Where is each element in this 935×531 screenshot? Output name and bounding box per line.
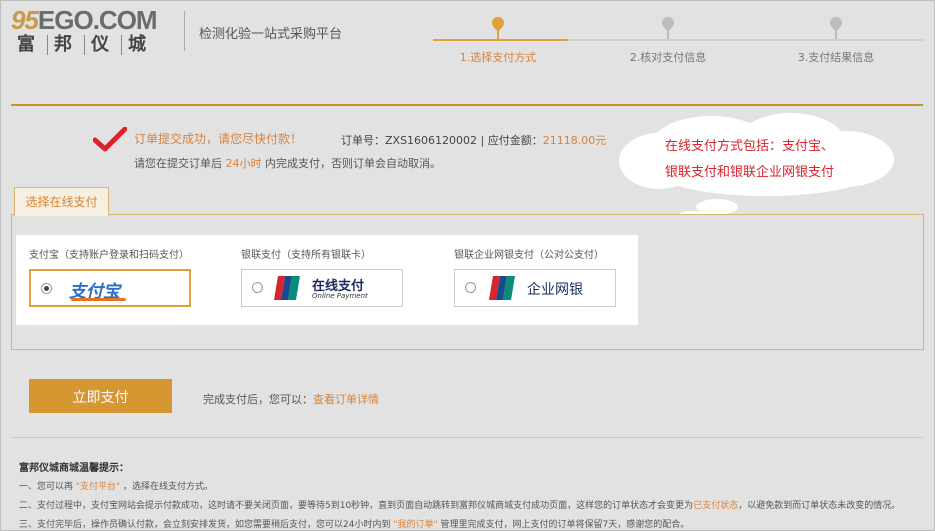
unionpay-logo-icon — [274, 276, 300, 300]
tip-text: 二、支付过程中，支付宝网站会提示付款成功，这时请不要关闭页面，要等待5到10秒钟… — [19, 501, 694, 511]
amount-due: 21118.00元 — [542, 134, 607, 147]
callout-text: 在线支付方式包括：支付宝、 银联支付和银联企业网银支付 — [665, 134, 865, 186]
tip-text: ，选择在线支付方式。 — [120, 482, 214, 492]
tab-online-payment[interactable]: 选择在线支付 — [14, 187, 109, 216]
note-deadline: 24小时 — [225, 157, 262, 170]
enterprise-bank-option[interactable]: 企业网银 — [454, 269, 616, 307]
step-label: 1.选择支付方式 — [459, 51, 537, 64]
tip-highlight: 已支付状态 — [693, 501, 739, 511]
tip-2: 二、支付过程中，支付宝网站会提示付款成功，这时请不要关闭页面，要等待5到10秒钟… — [19, 498, 900, 511]
logo-prefix: 95 — [11, 5, 39, 35]
header-separator — [184, 11, 185, 51]
radio-button[interactable] — [252, 282, 263, 293]
step-1: 1.选择支付方式 — [423, 17, 573, 65]
checkout-steps: 1.选择支付方式 2.核对支付信息 3.支付结果信息 — [433, 17, 923, 67]
alipay-logo: 支付宝 — [69, 277, 126, 302]
logo-char: 富 — [11, 35, 48, 55]
amount-label: | 应付金额： — [477, 134, 543, 147]
tip-text: 三、支付完毕后，操作员确认付款，会立刻安排发货，如您需要稍后支付，您可以24小时… — [19, 520, 394, 530]
radio-button[interactable] — [41, 283, 52, 294]
tips-divider — [11, 437, 923, 438]
tip-text: 管理里完成支付，网上支付的订单将保留7天，感谢您的配合。 — [437, 520, 690, 530]
tip-link[interactable]: "支付平台" — [76, 482, 120, 492]
logo-chinese: 富 邦 仪 城 — [11, 35, 171, 55]
step-label: 3.支付结果信息 — [797, 51, 875, 64]
unionpay-logo-icon — [489, 276, 515, 300]
order-label: 订单号： — [341, 134, 385, 147]
enterprise-bank-text: 企业网银 — [527, 282, 583, 298]
alipay-title: 支付宝（支持账户登录和扫码支付） — [29, 250, 189, 261]
tip-link[interactable]: "我的订单" — [393, 520, 437, 530]
online-payment-subtext: Online Payment — [312, 292, 368, 300]
location-pin-icon — [829, 17, 843, 39]
logo-char: 城 — [128, 34, 146, 55]
payment-deadline-note: 请您在提交订单后 24小时 内完成支付，否则订单会自动取消。 — [134, 155, 441, 171]
callout-line: 银联支付和银联企业网银支付 — [665, 165, 835, 180]
step-2: 2.核对支付信息 — [593, 17, 743, 65]
unionpay-option[interactable]: 在线支付 Online Payment — [241, 269, 403, 307]
order-number: ZXS1606120002 — [385, 134, 478, 147]
after-pay-text: 完成支付后，您可以：查看订单详情 — [203, 391, 379, 407]
note-text: 请您在提交订单后 — [134, 157, 226, 170]
tip-text: ，以避免款到而订单状态未改变的情况。 — [738, 501, 901, 511]
tip-text: 一、您可以再 — [19, 482, 76, 492]
alipay-option[interactable]: 支付宝 — [29, 269, 191, 307]
header-divider — [11, 104, 923, 106]
view-order-link[interactable]: 查看订单详情 — [313, 393, 379, 406]
site-logo[interactable]: 95EGO.COM 富 邦 仪 城 — [11, 7, 171, 57]
platform-slogan: 检测化验一站式采购平台 — [199, 27, 343, 42]
order-info: 订单号：ZXS1606120002 | 应付金额：21118.00元 — [341, 132, 606, 148]
logo-char: 仪 — [85, 35, 122, 55]
order-success-title: 订单提交成功，请您尽快付款！ — [134, 132, 303, 146]
step-label: 2.核对支付信息 — [629, 51, 707, 64]
tips-title: 富邦仪城商城温馨提示： — [19, 463, 129, 474]
pay-now-button[interactable]: 立即支付 — [29, 379, 172, 413]
note-text: 内完成支付，否则订单会自动取消。 — [261, 157, 441, 170]
location-pin-icon — [661, 17, 675, 39]
callout-line: 在线支付方式包括：支付宝、 — [665, 139, 835, 154]
after-pay-label: 完成支付后，您可以： — [203, 393, 313, 406]
checkmark-icon — [92, 126, 128, 157]
radio-button[interactable] — [465, 282, 476, 293]
step-3: 3.支付结果信息 — [761, 17, 911, 65]
location-pin-icon — [491, 17, 505, 39]
unionpay-title: 银联支付（支持所有银联卡） — [241, 250, 371, 261]
tip-3: 三、支付完毕后，操作员确认付款，会立刻安排发货，如您需要稍后支付，您可以24小时… — [19, 517, 689, 530]
tip-1: 一、您可以再 "支付平台" ，选择在线支付方式。 — [19, 479, 213, 492]
logo-char: 邦 — [48, 35, 85, 55]
logo-brand: EGO.COM — [37, 5, 158, 35]
page-frame: 95EGO.COM 富 邦 仪 城 检测化验一站式采购平台 1.选择支付方式 2… — [0, 0, 935, 531]
enterprise-bank-title: 银联企业网银支付（公对公支付） — [454, 250, 604, 261]
